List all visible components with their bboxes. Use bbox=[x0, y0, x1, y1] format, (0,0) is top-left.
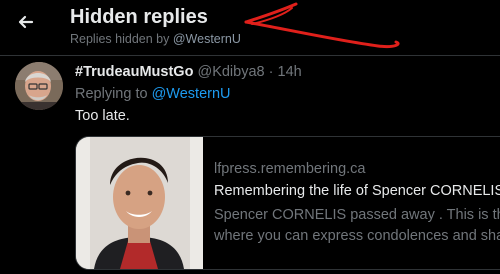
replying-to-link[interactable]: @WesternU bbox=[152, 86, 231, 102]
link-card-title: Remembering the life of Spencer CORNELIS bbox=[214, 183, 500, 199]
link-card-domain: lfpress.remembering.ca bbox=[214, 161, 366, 177]
avatar[interactable] bbox=[15, 62, 63, 110]
tweet-timestamp[interactable]: 14h bbox=[278, 64, 302, 80]
meta-separator: · bbox=[268, 64, 274, 80]
link-card-image bbox=[76, 137, 203, 269]
tweet[interactable]: #TrudeauMustGo @Kdibya8 · 14h Replying t… bbox=[0, 56, 500, 274]
avatar-photo bbox=[15, 62, 63, 110]
tweet-meta: #TrudeauMustGo @Kdibya8 · 14h bbox=[75, 64, 302, 80]
red-arrow-annotation bbox=[244, 2, 400, 48]
link-card-description: Spencer CORNELIS passed away . This is t… bbox=[214, 205, 500, 247]
tweet-text: Too late. bbox=[75, 108, 130, 124]
link-card-description-line2: where you can express condolences and sh… bbox=[214, 228, 500, 244]
link-card[interactable]: lfpress.remembering.ca Remembering the l… bbox=[75, 136, 500, 270]
user-handle[interactable]: @Kdibya8 bbox=[197, 64, 264, 80]
display-name[interactable]: #TrudeauMustGo bbox=[75, 64, 193, 80]
replying-prefix: Replying to bbox=[75, 86, 148, 102]
link-card-description-line1: Spencer CORNELIS passed away . This is t… bbox=[214, 207, 500, 223]
replying-to: Replying to @WesternU bbox=[75, 86, 231, 102]
